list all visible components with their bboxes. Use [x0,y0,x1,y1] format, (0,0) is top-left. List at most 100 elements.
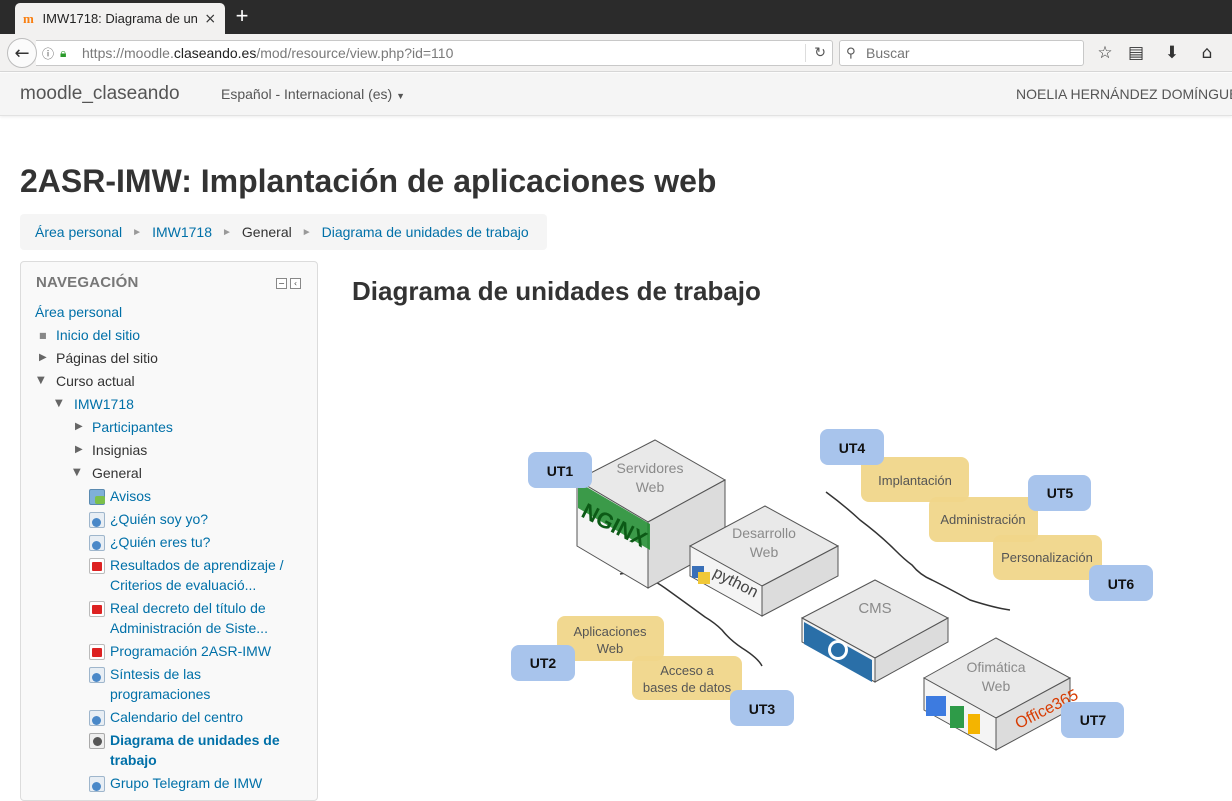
nav-paginas[interactable]: Páginas del sitio [56,348,158,368]
url-bar[interactable]: ⓘ 🔒︎ https://moodle.claseando.es/mod/res… [36,40,833,66]
url-text[interactable]: https://moodle.claseando.es/mod/resource… [82,45,453,61]
nav-diagrama-active[interactable]: Diagrama de unidades de trabajo [110,730,280,770]
bookmark-star-icon[interactable]: ☆ [1094,42,1116,64]
url-resource-icon [89,512,105,528]
nav-resultados-line2: Criterios de evaluació... [110,577,257,593]
browser-tab[interactable]: m IMW1718: Diagrama de unidades de traba… [15,3,225,34]
url-resource-icon [89,776,105,792]
expand-arrow-icon[interactable]: ▶ [75,421,83,432]
topic-implantacion-label: Implantación [878,473,952,488]
page-title: 2ASR-IMW: Implantación de aplicaciones w… [20,163,717,199]
reload-icon[interactable]: ↻ [805,44,826,62]
svg-text:UT2: UT2 [530,655,557,671]
svg-text:UT7: UT7 [1080,712,1107,728]
box-cms-label: CMS [858,600,891,617]
unit-ut1: UT1 [528,452,592,488]
collapse-arrow-icon[interactable]: ▼ [55,398,63,409]
svg-text:UT4: UT4 [839,440,866,456]
lock-icon: 🔒︎ [60,45,67,60]
unit-ut4: UT4 [820,429,884,465]
nav-sintesis[interactable]: Síntesis de las programaciones [110,664,210,704]
nav-participantes[interactable]: Participantes [92,417,173,437]
box-servidores-label-1: Servidores [617,460,684,476]
navigation-block: NAVEGACIÓN − ‹ Área personal ■ Inicio de… [20,261,318,801]
dock-block-icon[interactable]: ‹ [290,278,301,289]
language-label: Español - Internacional (es) [221,86,393,102]
box-ofimatica-web: Office365 Ofimática Web [922,637,1081,751]
browser-tabstrip: m IMW1718: Diagrama de unidades de traba… [0,0,1232,34]
new-tab-button[interactable]: + [232,5,252,27]
bullet-icon: ■ [39,331,47,340]
nav-quien-eres[interactable]: ¿Quién eres tu? [110,532,210,552]
nav-insignias[interactable]: Insignias [92,440,147,460]
moodle-favicon-icon: m [23,10,34,26]
nav-general[interactable]: General [92,463,142,483]
download-icon[interactable]: ⬇ [1161,42,1183,64]
site-brand[interactable]: moodle_claseando [20,83,180,105]
pdf-icon [89,558,105,574]
forum-icon [89,489,105,505]
breadcrumb-area-personal[interactable]: Área personal [35,224,122,240]
svg-text:UT3: UT3 [749,701,776,717]
nav-diagrama-line1: Diagrama de unidades de [110,732,280,748]
search-bar[interactable]: ⚲ [839,40,1084,66]
topic-personalizacion-label: Personalización [1001,550,1093,565]
nav-resultados[interactable]: Resultados de aprendizaje / Criterios de … [110,555,284,595]
box-desarrollo-label-2: Web [750,544,779,560]
topic-acceso-bd: Acceso a bases de datos [632,656,742,700]
breadcrumb-current[interactable]: Diagrama de unidades de trabajo [322,224,529,240]
box-ofimatica-label-1: Ofimática [966,659,1025,675]
nav-calendario[interactable]: Calendario del centro [110,707,243,727]
url-resource-icon [89,667,105,683]
nav-real-decreto-line1: Real decreto del título de [110,600,266,616]
url-resource-icon [89,710,105,726]
language-menu[interactable]: Español - Internacional (es) ▼ [221,86,405,102]
box-desarrollo-label-1: Desarrollo [732,525,796,541]
nav-area-personal[interactable]: Área personal [35,302,122,322]
home-icon[interactable]: ⌂ [1196,42,1218,64]
pdf-icon [89,644,105,660]
breadcrumb-course[interactable]: IMW1718 [152,224,212,240]
collapse-block-icon[interactable]: − [276,278,287,289]
caret-down-icon: ▼ [396,91,406,101]
tab-close-icon[interactable]: × [203,11,217,27]
reading-list-icon[interactable]: ▤ [1125,42,1147,64]
box-cms: CMS [800,579,950,683]
nav-quien-soy[interactable]: ¿Quién soy yo? [110,509,208,529]
unit-ut6: UT6 [1089,565,1153,601]
svg-text:UT5: UT5 [1047,485,1074,501]
topic-acceso-label-1: Acceso a [660,663,714,678]
topic-acceso-label-2: bases de datos [643,680,732,695]
site-header: moodle_claseando Español - Internacional… [0,73,1232,116]
url-resource-icon [89,535,105,551]
nav-curso-actual[interactable]: Curso actual [56,371,135,391]
svg-text:UT1: UT1 [547,463,574,479]
nav-avisos[interactable]: Avisos [110,486,151,506]
topic-personalizacion: Personalización [993,535,1102,580]
nav-programacion[interactable]: Programación 2ASR-IMW [110,641,271,661]
pdf-icon [89,601,105,617]
nav-diagrama-line2: trabajo [110,752,157,768]
nav-resultados-line1: Resultados de aprendizaje / [110,557,284,573]
nav-telegram[interactable]: Grupo Telegram de IMW [110,773,262,793]
breadcrumb-separator-icon: ► [301,226,312,238]
info-icon[interactable]: ⓘ [42,45,60,62]
expand-arrow-icon[interactable]: ▶ [75,444,83,455]
back-button[interactable]: ← [7,38,37,68]
collapse-arrow-icon[interactable]: ▼ [37,375,45,386]
topic-aplicaciones-label-1: Aplicaciones [574,624,647,639]
topic-aplicaciones-label-2: Web [597,641,624,656]
nav-inicio[interactable]: Inicio del sitio [56,325,140,345]
nav-sintesis-line2: programaciones [110,686,211,702]
nav-real-decreto-line2: Administración de Siste... [110,620,268,636]
nav-real-decreto[interactable]: Real decreto del título de Administración… [110,598,268,638]
breadcrumb-separator-icon: ► [222,226,232,238]
expand-arrow-icon[interactable]: ▶ [39,352,47,363]
unit-ut5: UT5 [1028,475,1091,511]
nav-course[interactable]: IMW1718 [74,394,134,414]
box-ofimatica-label-2: Web [982,678,1011,694]
search-input[interactable] [866,45,1076,61]
collapse-arrow-icon[interactable]: ▼ [73,467,81,478]
search-icon: ⚲ [846,45,856,61]
user-menu[interactable]: NOELIA HERNÁNDEZ DOMÍNGUEZ [1016,86,1232,102]
